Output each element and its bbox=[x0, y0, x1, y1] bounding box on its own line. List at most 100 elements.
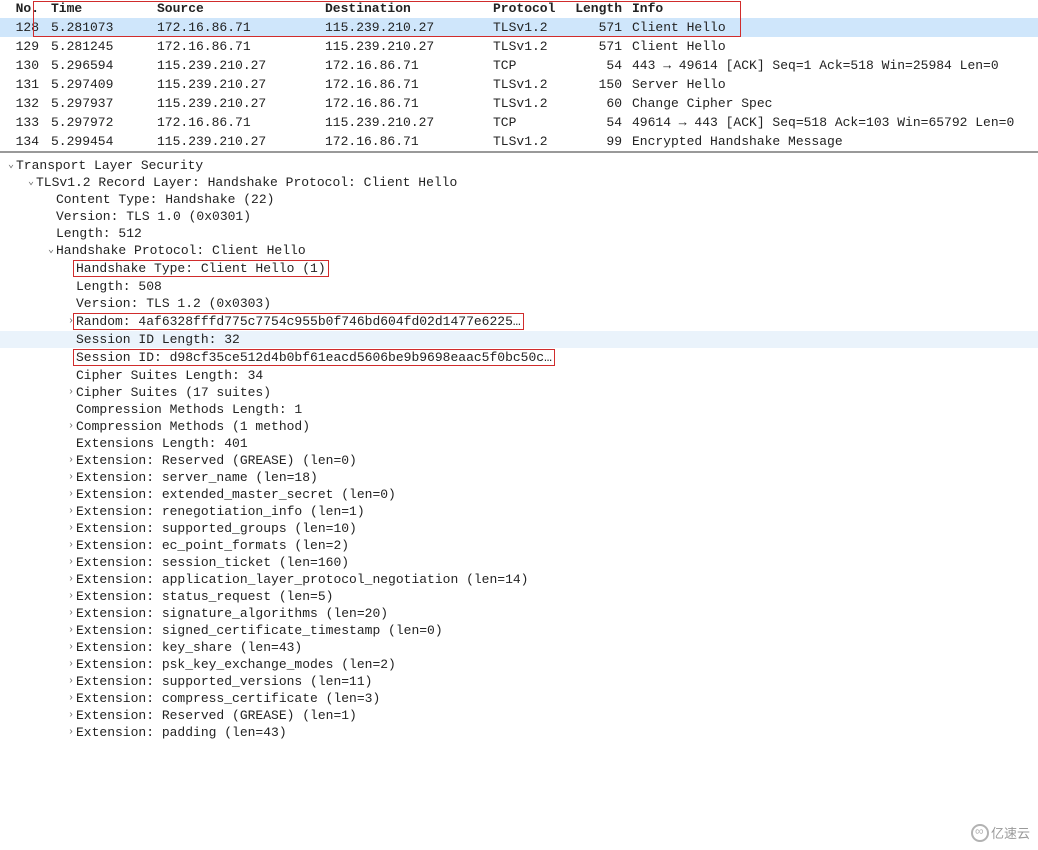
chevron-right-icon[interactable] bbox=[66, 422, 76, 432]
tree-node[interactable]: Cipher Suites Length: 34 bbox=[0, 367, 1038, 384]
tree-label: Extension: supported_versions (len=11) bbox=[76, 674, 372, 689]
packet-row[interactable]: 1335.297972172.16.86.71115.239.210.27TCP… bbox=[0, 113, 1038, 132]
tree-label: Content Type: Handshake (22) bbox=[56, 192, 274, 207]
tree-node[interactable]: Length: 508 bbox=[0, 278, 1038, 295]
tree-label: Extension: padding (len=43) bbox=[76, 725, 287, 740]
cell: 5.299454 bbox=[45, 134, 157, 149]
chevron-right-icon[interactable] bbox=[66, 456, 76, 466]
tree-node[interactable]: Extension: renegotiation_info (len=1) bbox=[0, 503, 1038, 520]
tree-label: Compression Methods Length: 1 bbox=[76, 402, 302, 417]
cell: 150 bbox=[573, 77, 628, 92]
tree-node[interactable]: Transport Layer Security bbox=[0, 157, 1038, 174]
chevron-right-icon[interactable] bbox=[66, 677, 76, 687]
tree-node[interactable]: Random: 4af6328fffd775c7754c955b0f746bd6… bbox=[0, 312, 1038, 331]
col-len[interactable]: Length bbox=[573, 1, 628, 16]
chevron-right-icon[interactable] bbox=[66, 643, 76, 653]
chevron-right-icon[interactable] bbox=[66, 490, 76, 500]
col-src[interactable]: Source bbox=[157, 1, 325, 16]
cell: 115.239.210.27 bbox=[157, 77, 325, 92]
tree-node[interactable]: TLSv1.2 Record Layer: Handshake Protocol… bbox=[0, 174, 1038, 191]
packet-row[interactable]: 1295.281245172.16.86.71115.239.210.27TLS… bbox=[0, 37, 1038, 56]
tree-node[interactable]: Version: TLS 1.0 (0x0301) bbox=[0, 208, 1038, 225]
cell: TLSv1.2 bbox=[493, 20, 573, 35]
tree-node[interactable]: Handshake Type: Client Hello (1) bbox=[0, 259, 1038, 278]
chevron-right-icon[interactable] bbox=[66, 558, 76, 568]
tree-label: Length: 512 bbox=[56, 226, 142, 241]
packet-row[interactable]: 1325.297937115.239.210.27172.16.86.71TLS… bbox=[0, 94, 1038, 113]
cell: 5.297937 bbox=[45, 96, 157, 111]
tree-node[interactable]: Length: 512 bbox=[0, 225, 1038, 242]
tree-node[interactable]: Extension: application_layer_protocol_ne… bbox=[0, 571, 1038, 588]
chevron-right-icon[interactable] bbox=[66, 711, 76, 721]
cell: 172.16.86.71 bbox=[325, 134, 493, 149]
tree-node[interactable]: Extension: extended_master_secret (len=0… bbox=[0, 486, 1038, 503]
tree-node[interactable]: Extension: compress_certificate (len=3) bbox=[0, 690, 1038, 707]
chevron-down-icon[interactable] bbox=[26, 178, 36, 188]
packet-row[interactable]: 1315.297409115.239.210.27172.16.86.71TLS… bbox=[0, 75, 1038, 94]
tree-node[interactable]: Extension: Reserved (GREASE) (len=1) bbox=[0, 707, 1038, 724]
packet-row[interactable]: 1285.281073172.16.86.71115.239.210.27TLS… bbox=[0, 18, 1038, 37]
chevron-right-icon[interactable] bbox=[66, 575, 76, 585]
chevron-right-icon[interactable] bbox=[66, 694, 76, 704]
tree-label: Cipher Suites Length: 34 bbox=[76, 368, 263, 383]
col-no[interactable]: No. bbox=[0, 1, 45, 16]
cell: 172.16.86.71 bbox=[157, 39, 325, 54]
chevron-right-icon[interactable] bbox=[66, 507, 76, 517]
tree-node[interactable]: Extension: padding (len=43) bbox=[0, 724, 1038, 741]
packet-list[interactable]: No. Time Source Destination Protocol Len… bbox=[0, 0, 1038, 153]
col-dst[interactable]: Destination bbox=[325, 1, 493, 16]
tree-node[interactable]: Cipher Suites (17 suites) bbox=[0, 384, 1038, 401]
tree-node[interactable]: Session ID: d98cf35ce512d4b0bf61eacd5606… bbox=[0, 348, 1038, 367]
tree-label: Extension: server_name (len=18) bbox=[76, 470, 318, 485]
chevron-right-icon[interactable] bbox=[66, 473, 76, 483]
tree-node[interactable]: Content Type: Handshake (22) bbox=[0, 191, 1038, 208]
tree-node[interactable]: Compression Methods (1 method) bbox=[0, 418, 1038, 435]
chevron-down-icon[interactable] bbox=[46, 246, 56, 256]
tree-node[interactable]: Compression Methods Length: 1 bbox=[0, 401, 1038, 418]
cell: 115.239.210.27 bbox=[325, 39, 493, 54]
chevron-right-icon[interactable] bbox=[66, 388, 76, 398]
tree-label: Extension: extended_master_secret (len=0… bbox=[76, 487, 396, 502]
tree-label: Extension: signature_algorithms (len=20) bbox=[76, 606, 388, 621]
chevron-right-icon[interactable] bbox=[66, 592, 76, 602]
tree-node[interactable]: Extension: key_share (len=43) bbox=[0, 639, 1038, 656]
cell: 115.239.210.27 bbox=[157, 58, 325, 73]
chevron-right-icon[interactable] bbox=[66, 541, 76, 551]
packet-row[interactable]: 1345.299454115.239.210.27172.16.86.71TLS… bbox=[0, 132, 1038, 151]
tree-node[interactable]: Extension: ec_point_formats (len=2) bbox=[0, 537, 1038, 554]
col-proto[interactable]: Protocol bbox=[493, 1, 573, 16]
tree-node[interactable]: Extension: signed_certificate_timestamp … bbox=[0, 622, 1038, 639]
tree-node[interactable]: Extension: session_ticket (len=160) bbox=[0, 554, 1038, 571]
packet-details-tree[interactable]: Transport Layer Security TLSv1.2 Record … bbox=[0, 153, 1038, 741]
tree-label: Extension: signed_certificate_timestamp … bbox=[76, 623, 443, 638]
tree-node[interactable]: Extension: Reserved (GREASE) (len=0) bbox=[0, 452, 1038, 469]
cell: 5.297972 bbox=[45, 115, 157, 130]
cell: 172.16.86.71 bbox=[157, 20, 325, 35]
chevron-right-icon[interactable] bbox=[66, 728, 76, 738]
tree-node[interactable]: Extension: signature_algorithms (len=20) bbox=[0, 605, 1038, 622]
packet-row[interactable]: 1305.296594115.239.210.27172.16.86.71TCP… bbox=[0, 56, 1038, 75]
tree-label: Session ID: d98cf35ce512d4b0bf61eacd5606… bbox=[73, 349, 555, 366]
tree-node[interactable]: Session ID Length: 32 bbox=[0, 331, 1038, 348]
tree-node[interactable]: Handshake Protocol: Client Hello bbox=[0, 242, 1038, 259]
tree-node[interactable]: Extension: supported_groups (len=10) bbox=[0, 520, 1038, 537]
tree-node[interactable]: Version: TLS 1.2 (0x0303) bbox=[0, 295, 1038, 312]
col-info[interactable]: Info bbox=[628, 1, 1038, 16]
tree-node[interactable]: Extension: psk_key_exchange_modes (len=2… bbox=[0, 656, 1038, 673]
chevron-down-icon[interactable] bbox=[6, 161, 16, 171]
tree-node[interactable]: Extension: server_name (len=18) bbox=[0, 469, 1038, 486]
watermark-text: 亿速云 bbox=[991, 823, 1030, 842]
tree-node[interactable]: Extensions Length: 401 bbox=[0, 435, 1038, 452]
tree-node[interactable]: Extension: supported_versions (len=11) bbox=[0, 673, 1038, 690]
cell: 5.297409 bbox=[45, 77, 157, 92]
tree-label: Extensions Length: 401 bbox=[76, 436, 248, 451]
tree-node[interactable]: Extension: status_request (len=5) bbox=[0, 588, 1038, 605]
chevron-right-icon[interactable] bbox=[66, 660, 76, 670]
chevron-right-icon[interactable] bbox=[66, 524, 76, 534]
cell: 115.239.210.27 bbox=[325, 115, 493, 130]
chevron-right-icon[interactable] bbox=[66, 609, 76, 619]
col-time[interactable]: Time bbox=[45, 1, 157, 16]
chevron-right-icon[interactable] bbox=[66, 626, 76, 636]
tree-label: Extension: psk_key_exchange_modes (len=2… bbox=[76, 657, 396, 672]
tree-label: Version: TLS 1.2 (0x0303) bbox=[76, 296, 271, 311]
